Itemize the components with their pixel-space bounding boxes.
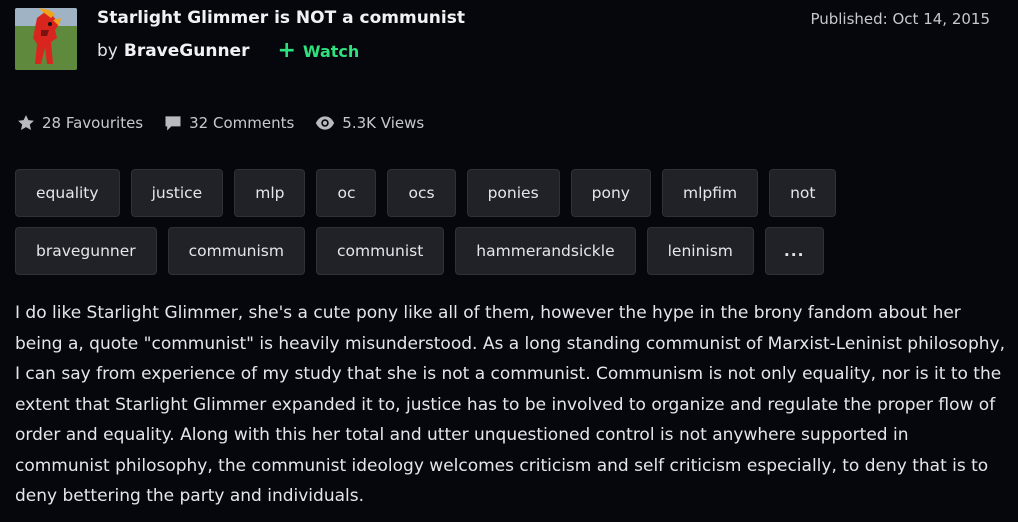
favourites-stat[interactable]: 28 Favourites <box>16 113 143 133</box>
author-link[interactable]: BraveGunner <box>124 41 250 61</box>
tag-chip[interactable]: mlp <box>234 169 306 217</box>
tag-chip[interactable]: pony <box>570 169 651 217</box>
by-label: by <box>97 41 118 61</box>
description-text: I do like Starlight Glimmer, she's a cut… <box>15 303 1005 506</box>
comments-stat[interactable]: 32 Comments <box>163 113 294 133</box>
tag-chip[interactable]: ponies <box>466 169 560 217</box>
tag-chip[interactable]: communism <box>167 227 305 275</box>
more-tags-button[interactable]: ... <box>764 227 824 275</box>
comment-icon <box>165 116 181 131</box>
tag-list: equality justice mlp oc ocs ponies pony … <box>15 169 845 275</box>
tag-chip[interactable]: bravegunner <box>15 227 157 275</box>
published-date: Published: Oct 14, 2015 <box>810 10 990 28</box>
tag-chip[interactable]: justice <box>130 169 224 217</box>
tag-chip[interactable]: ocs <box>387 169 456 217</box>
tag-chip[interactable]: leninism <box>646 227 754 275</box>
eye-icon <box>316 116 335 130</box>
author-avatar[interactable] <box>15 8 77 70</box>
tag-chip[interactable]: oc <box>316 169 377 217</box>
tag-chip[interactable]: communist <box>315 227 445 275</box>
tag-chip[interactable]: hammerandsickle <box>455 227 636 275</box>
tag-chip[interactable]: mlpfim <box>661 169 759 217</box>
deviation-title: Starlight Glimmer is NOT a communist <box>97 8 465 28</box>
comments-count: 32 Comments <box>189 114 295 132</box>
watch-button[interactable]: + Watch <box>277 40 359 62</box>
plus-icon: + <box>277 38 296 63</box>
tag-chip[interactable]: not <box>769 169 837 217</box>
favourites-count: 28 Favourites <box>42 114 144 132</box>
tag-chip[interactable]: equality <box>15 169 120 217</box>
watch-label: Watch <box>302 41 360 61</box>
star-icon <box>18 115 34 130</box>
views-count: 5.3K Views <box>342 114 425 132</box>
stats-bar: 28 Favourites 32 Comments 5.3K Views <box>16 113 444 133</box>
views-stat: 5.3K Views <box>314 113 424 133</box>
byline: by BraveGunner + Watch <box>97 40 359 62</box>
